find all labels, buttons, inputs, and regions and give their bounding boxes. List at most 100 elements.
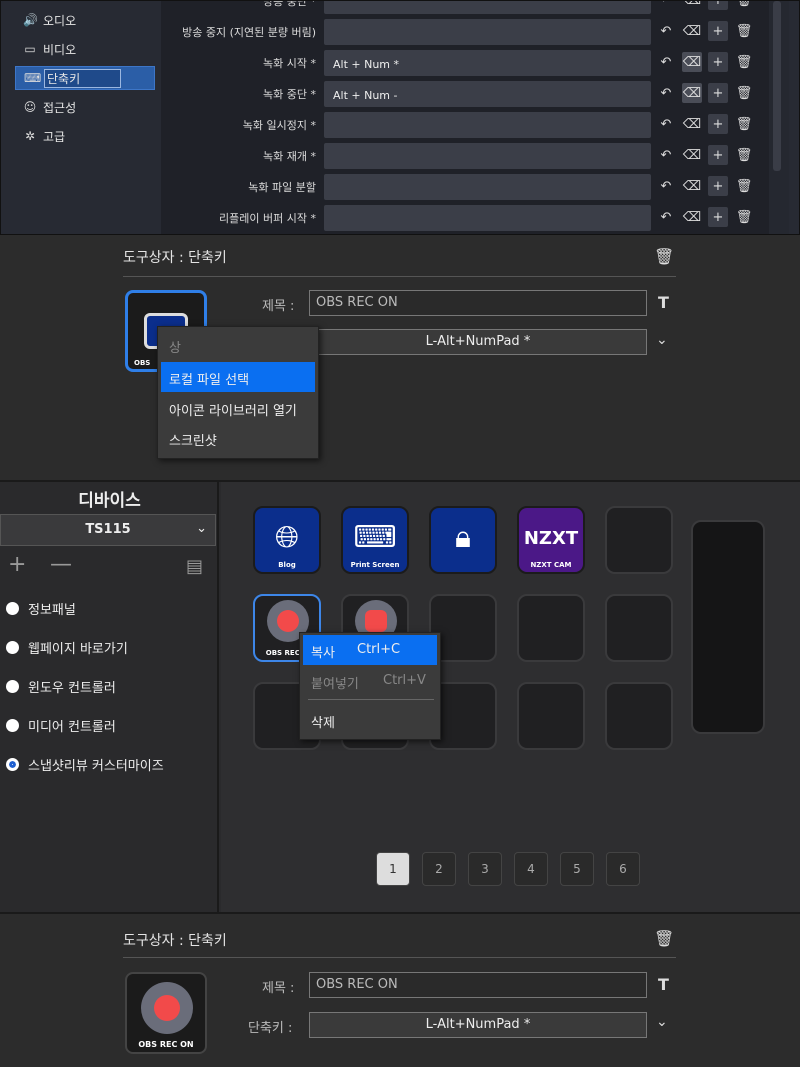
key-blog[interactable]: 🌐︎ Blog	[253, 506, 321, 574]
hotkey-label: 방송 중지 (지연된 분량 버림)	[182, 26, 316, 39]
backspace-icon[interactable]: ⌫	[682, 114, 702, 134]
plus-icon[interactable]: +	[708, 207, 728, 227]
trash-icon[interactable]: 🗑	[734, 1, 754, 10]
hotkey-row: 녹화 파일 분할 ↶ ⌫ + 🗑	[161, 173, 771, 201]
title-input[interactable]: OBS REC ON	[309, 972, 647, 998]
key-print-screen[interactable]: ⌨ Print Screen	[341, 506, 409, 574]
key-empty[interactable]	[517, 594, 585, 662]
trash-icon[interactable]: 🗑	[734, 114, 754, 134]
device-settings-icon[interactable]: ▤	[186, 556, 203, 577]
radio-icon	[6, 719, 19, 732]
undo-icon[interactable]: ↶	[656, 207, 676, 227]
menu-item-local-file[interactable]: 로컬 파일 선택	[161, 362, 315, 392]
trash-icon[interactable]: 🗑	[734, 83, 754, 103]
backspace-icon[interactable]: ⌫	[682, 21, 702, 41]
backspace-icon[interactable]: ⌫	[682, 145, 702, 165]
shortcut-select[interactable]: L-Alt+NumPad *	[309, 329, 647, 355]
undo-icon[interactable]: ↶	[656, 145, 676, 165]
text-format-icon[interactable]: T	[658, 975, 669, 994]
monitor-icon: ▭	[24, 42, 36, 56]
hotkey-input[interactable]	[324, 143, 651, 169]
plus-icon[interactable]: +	[708, 21, 728, 41]
hotkey-input[interactable]	[324, 174, 651, 200]
undo-icon[interactable]: ↶	[656, 176, 676, 196]
undo-icon[interactable]: ↶	[656, 21, 676, 41]
hotkey-input[interactable]	[324, 205, 651, 231]
plus-icon[interactable]: +	[708, 114, 728, 134]
hotkey-label: 리플레이 버퍼 시작 *	[219, 212, 316, 225]
trash-icon[interactable]: 🗑	[734, 207, 754, 227]
sidebar-item-audio[interactable]: 🔊 오디오	[15, 8, 155, 32]
category-radio[interactable]: 웹페이지 바로가기	[6, 637, 216, 659]
undo-icon[interactable]: ↶	[656, 52, 676, 72]
text-format-icon[interactable]: T	[658, 293, 669, 312]
trash-icon[interactable]: 🗑	[654, 247, 674, 266]
chevron-down-icon[interactable]: ⌄	[656, 1014, 668, 1030]
menu-item-icon-library[interactable]: 아이콘 라이브러리 열기	[161, 393, 297, 423]
touch-strip[interactable]	[691, 520, 765, 734]
undo-icon[interactable]: ↶	[656, 114, 676, 134]
key-icon-preview[interactable]: OBS REC ON	[125, 972, 207, 1054]
backspace-icon[interactable]: ⌫	[682, 83, 702, 103]
divider	[308, 699, 434, 700]
category-radio[interactable]: 스냅샷리뷰 커스터마이즈	[6, 754, 216, 776]
key-grid: 🌐︎ Blog ⌨ Print Screen 🔒︎ NZXT NZXT CAM OBS…	[221, 482, 800, 912]
minus-icon[interactable]: —	[50, 552, 72, 577]
chevron-down-icon[interactable]: ⌄	[656, 332, 668, 348]
nzxt-logo: NZXT	[523, 528, 579, 549]
key-empty[interactable]	[517, 682, 585, 750]
key-empty[interactable]	[605, 506, 673, 574]
category-radio[interactable]: 미디어 컨트롤러	[6, 715, 216, 737]
device-select[interactable]: TS115 ⌄	[0, 514, 216, 546]
key-empty[interactable]	[605, 682, 673, 750]
backspace-icon[interactable]: ⌫	[682, 176, 702, 196]
category-radio[interactable]: 정보패널	[6, 598, 216, 620]
category-radio[interactable]: 윈도우 컨트롤러	[6, 676, 216, 698]
trash-icon[interactable]: 🗑	[734, 21, 754, 41]
menu-item-copy[interactable]: 복사 Ctrl+C	[303, 635, 437, 665]
sidebar-item-label: 비디오	[43, 42, 77, 57]
hotkey-input[interactable]	[324, 112, 651, 138]
trash-icon[interactable]: 🗑	[654, 929, 674, 948]
plus-icon[interactable]: +	[708, 52, 728, 72]
backspace-icon[interactable]: ⌫	[682, 207, 702, 227]
menu-item-screenshot[interactable]: 스크린샷	[161, 423, 217, 453]
scrollbar-track[interactable]	[769, 1, 789, 234]
hotkey-input[interactable]	[324, 19, 651, 45]
sidebar-item-hotkeys[interactable]: ⌨ 단축키	[15, 66, 155, 90]
page-button[interactable]: 2	[422, 852, 456, 886]
lock-icon: 🔒︎	[455, 520, 471, 555]
sidebar-item-accessibility[interactable]: ☺ 접근성	[15, 95, 155, 119]
backspace-icon[interactable]: ⌫	[682, 52, 702, 72]
hotkey-input[interactable]: Alt + Num -	[324, 81, 651, 107]
menu-item-delete[interactable]: 삭제	[303, 705, 335, 735]
trash-icon[interactable]: 🗑	[734, 145, 754, 165]
page-button[interactable]: 1	[376, 852, 410, 886]
key-nzxt-cam[interactable]: NZXT NZXT CAM	[517, 506, 585, 574]
toolbox-title: 도구상자 : 단축키	[123, 250, 227, 266]
sidebar-item-video[interactable]: ▭ 비디오	[15, 37, 155, 61]
title-input[interactable]: OBS REC ON	[309, 290, 647, 316]
undo-icon[interactable]: ↶	[656, 1, 676, 10]
plus-icon[interactable]: +	[708, 1, 728, 10]
scrollbar-thumb[interactable]	[773, 1, 781, 171]
plus-icon[interactable]: +	[708, 176, 728, 196]
plus-icon[interactable]: +	[708, 145, 728, 165]
key-lock[interactable]: 🔒︎	[429, 506, 497, 574]
plus-icon[interactable]: +	[8, 552, 26, 577]
trash-icon[interactable]: 🗑	[734, 52, 754, 72]
plus-icon[interactable]: +	[708, 83, 728, 103]
sidebar-item-advanced[interactable]: ✲ 고급	[15, 124, 155, 148]
hotkey-input[interactable]	[324, 1, 651, 14]
globe-icon: 🌐︎	[275, 520, 299, 555]
page-button[interactable]: 5	[560, 852, 594, 886]
shortcut-select[interactable]: L-Alt+NumPad *	[309, 1012, 647, 1038]
page-button[interactable]: 6	[606, 852, 640, 886]
undo-icon[interactable]: ↶	[656, 83, 676, 103]
key-empty[interactable]	[605, 594, 673, 662]
page-button[interactable]: 3	[468, 852, 502, 886]
hotkey-input[interactable]: Alt + Num *	[324, 50, 651, 76]
trash-icon[interactable]: 🗑	[734, 176, 754, 196]
page-button[interactable]: 4	[514, 852, 548, 886]
backspace-icon[interactable]: ⌫	[682, 1, 702, 10]
